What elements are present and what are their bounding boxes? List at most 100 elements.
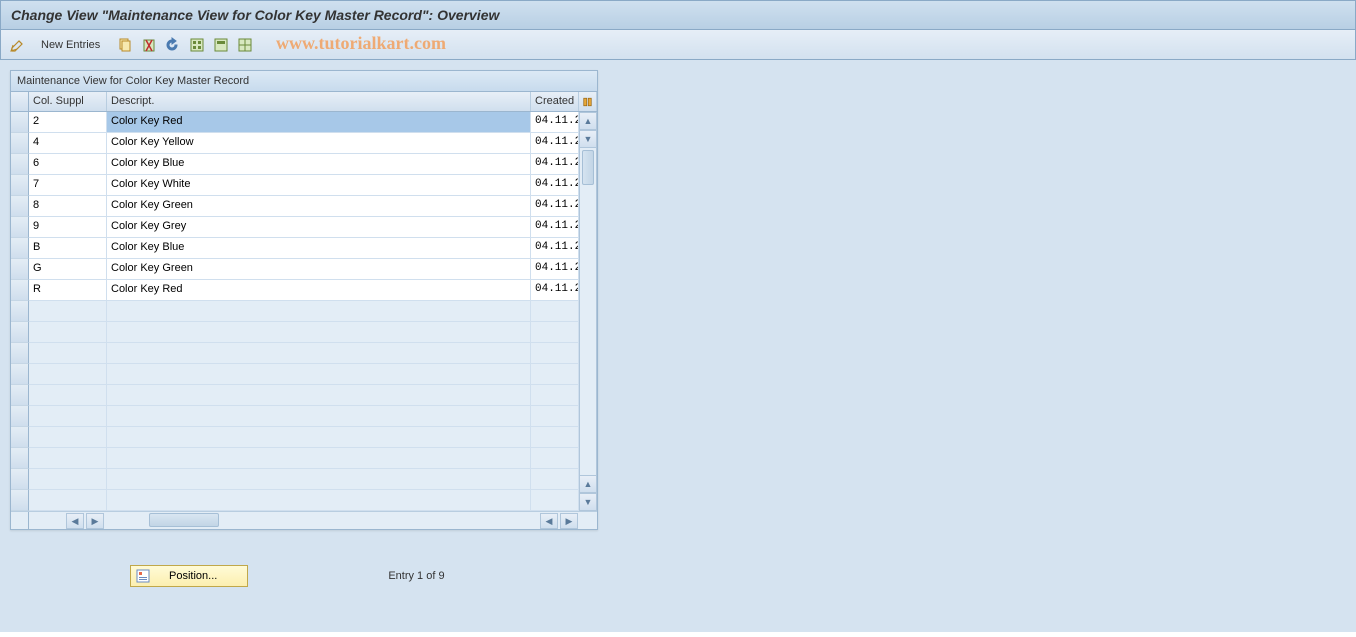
cell-created[interactable]: 04.11.2 <box>531 259 579 280</box>
row-selector[interactable] <box>11 133 29 154</box>
row-selector[interactable] <box>11 427 29 448</box>
table-row-empty[interactable] <box>11 343 597 364</box>
table-row[interactable]: 8Color Key Green04.11.2 <box>11 196 597 217</box>
table-row[interactable]: 9Color Key Grey04.11.2 <box>11 217 597 238</box>
row-selector[interactable] <box>11 301 29 322</box>
vertical-scrollbar[interactable]: ▲ ▼ ▲ ▼ <box>579 112 597 511</box>
hscroll-left-end-icon[interactable]: ◀ <box>540 513 558 529</box>
table-title: Maintenance View for Color Key Master Re… <box>11 71 597 92</box>
cell-descript[interactable]: Color Key White <box>107 175 531 196</box>
col-header-suppl[interactable]: Col. Suppl <box>29 92 107 111</box>
cell-created[interactable]: 04.11.2 <box>531 175 579 196</box>
table-row-empty[interactable] <box>11 301 597 322</box>
table-row[interactable]: RColor Key Red04.11.2 <box>11 280 597 301</box>
cell-suppl[interactable]: 7 <box>29 175 107 196</box>
table-row-empty[interactable] <box>11 427 597 448</box>
cell-created[interactable]: 04.11.2 <box>531 196 579 217</box>
scroll-track[interactable] <box>579 148 597 475</box>
cell-descript[interactable]: Color Key Red <box>107 112 531 133</box>
cell-suppl[interactable]: R <box>29 280 107 301</box>
row-selector-header[interactable] <box>11 92 29 111</box>
col-header-descript[interactable]: Descript. <box>107 92 531 111</box>
table-row[interactable]: BColor Key Blue04.11.2 <box>11 238 597 259</box>
scroll-up-icon[interactable]: ▲ <box>579 112 597 130</box>
hscroll-thumb[interactable] <box>149 513 219 527</box>
table-row[interactable]: GColor Key Green04.11.2 <box>11 259 597 280</box>
scroll-up-bottom-icon[interactable]: ▲ <box>579 475 597 493</box>
footer-area: Position... Entry 1 of 9 <box>10 530 1346 622</box>
row-selector[interactable] <box>11 448 29 469</box>
table-row-empty[interactable] <box>11 406 597 427</box>
row-selector[interactable] <box>11 385 29 406</box>
row-selector[interactable] <box>11 259 29 280</box>
row-selector[interactable] <box>11 217 29 238</box>
undo-change-icon[interactable] <box>164 36 182 54</box>
row-selector[interactable] <box>11 175 29 196</box>
application-toolbar: New Entries www.tutorialkart.com <box>0 30 1356 60</box>
table-row-empty[interactable] <box>11 490 597 511</box>
copy-as-icon[interactable] <box>116 36 134 54</box>
cell-descript[interactable]: Color Key Blue <box>107 238 531 259</box>
table-row-empty[interactable] <box>11 448 597 469</box>
row-selector[interactable] <box>11 364 29 385</box>
hscroll-track[interactable] <box>109 513 537 528</box>
cell-descript[interactable]: Color Key Green <box>107 196 531 217</box>
deselect-all-icon[interactable] <box>236 36 254 54</box>
horizontal-scrollbar[interactable]: ◀ ▶ ◀ ▶ <box>11 511 597 529</box>
scroll-down-icon[interactable]: ▼ <box>579 130 597 148</box>
row-selector[interactable] <box>11 112 29 133</box>
table-row[interactable]: 6Color Key Blue04.11.2 <box>11 154 597 175</box>
position-button[interactable]: Position... <box>130 565 248 587</box>
cell-suppl[interactable]: 8 <box>29 196 107 217</box>
page-title: Change View "Maintenance View for Color … <box>11 7 499 23</box>
cell-suppl[interactable]: 4 <box>29 133 107 154</box>
cell-created[interactable]: 04.11.2 <box>531 238 579 259</box>
row-selector[interactable] <box>11 406 29 427</box>
cell-suppl[interactable]: 6 <box>29 154 107 175</box>
hscroll-right-end-icon[interactable]: ▶ <box>560 513 578 529</box>
row-selector[interactable] <box>11 343 29 364</box>
table-row-empty[interactable] <box>11 385 597 406</box>
table-row[interactable]: 4Color Key Yellow04.11.2 <box>11 133 597 154</box>
grid-header-row: Col. Suppl Descript. Created <box>11 92 597 112</box>
hscroll-left-icon[interactable]: ◀ <box>66 513 84 529</box>
cell-created[interactable]: 04.11.2 <box>531 217 579 238</box>
cell-created[interactable]: 04.11.2 <box>531 112 579 133</box>
cell-descript[interactable]: Color Key Red <box>107 280 531 301</box>
cell-created[interactable]: 04.11.2 <box>531 280 579 301</box>
new-entries-button[interactable]: New Entries <box>35 37 106 53</box>
content-area: Maintenance View for Color Key Master Re… <box>0 60 1356 632</box>
cell-created[interactable]: 04.11.2 <box>531 133 579 154</box>
table-row[interactable]: 7Color Key White04.11.2 <box>11 175 597 196</box>
row-selector[interactable] <box>11 280 29 301</box>
table-row-empty[interactable] <box>11 322 597 343</box>
row-selector[interactable] <box>11 322 29 343</box>
cell-created[interactable]: 04.11.2 <box>531 154 579 175</box>
table-row-empty[interactable] <box>11 364 597 385</box>
row-selector[interactable] <box>11 154 29 175</box>
hscroll-right-icon[interactable]: ▶ <box>86 513 104 529</box>
toggle-edit-icon[interactable] <box>9 36 27 54</box>
cell-suppl[interactable]: G <box>29 259 107 280</box>
cell-suppl[interactable]: B <box>29 238 107 259</box>
scroll-down-bottom-icon[interactable]: ▼ <box>579 493 597 511</box>
table-settings-icon[interactable] <box>579 92 597 111</box>
select-block-icon[interactable] <box>212 36 230 54</box>
col-header-created[interactable]: Created <box>531 92 579 111</box>
cell-suppl[interactable]: 2 <box>29 112 107 133</box>
cell-suppl[interactable]: 9 <box>29 217 107 238</box>
cell-descript[interactable]: Color Key Yellow <box>107 133 531 154</box>
table-row-empty[interactable] <box>11 469 597 490</box>
select-all-icon[interactable] <box>188 36 206 54</box>
cell-descript[interactable]: Color Key Grey <box>107 217 531 238</box>
row-selector[interactable] <box>11 238 29 259</box>
table-row[interactable]: 2Color Key Red04.11.2 <box>11 112 597 133</box>
delete-icon[interactable] <box>140 36 158 54</box>
row-selector[interactable] <box>11 196 29 217</box>
cell-descript[interactable]: Color Key Green <box>107 259 531 280</box>
watermark-text: www.tutorialkart.com <box>276 33 446 54</box>
row-selector[interactable] <box>11 469 29 490</box>
scroll-thumb[interactable] <box>582 150 594 185</box>
cell-descript[interactable]: Color Key Blue <box>107 154 531 175</box>
row-selector[interactable] <box>11 490 29 511</box>
